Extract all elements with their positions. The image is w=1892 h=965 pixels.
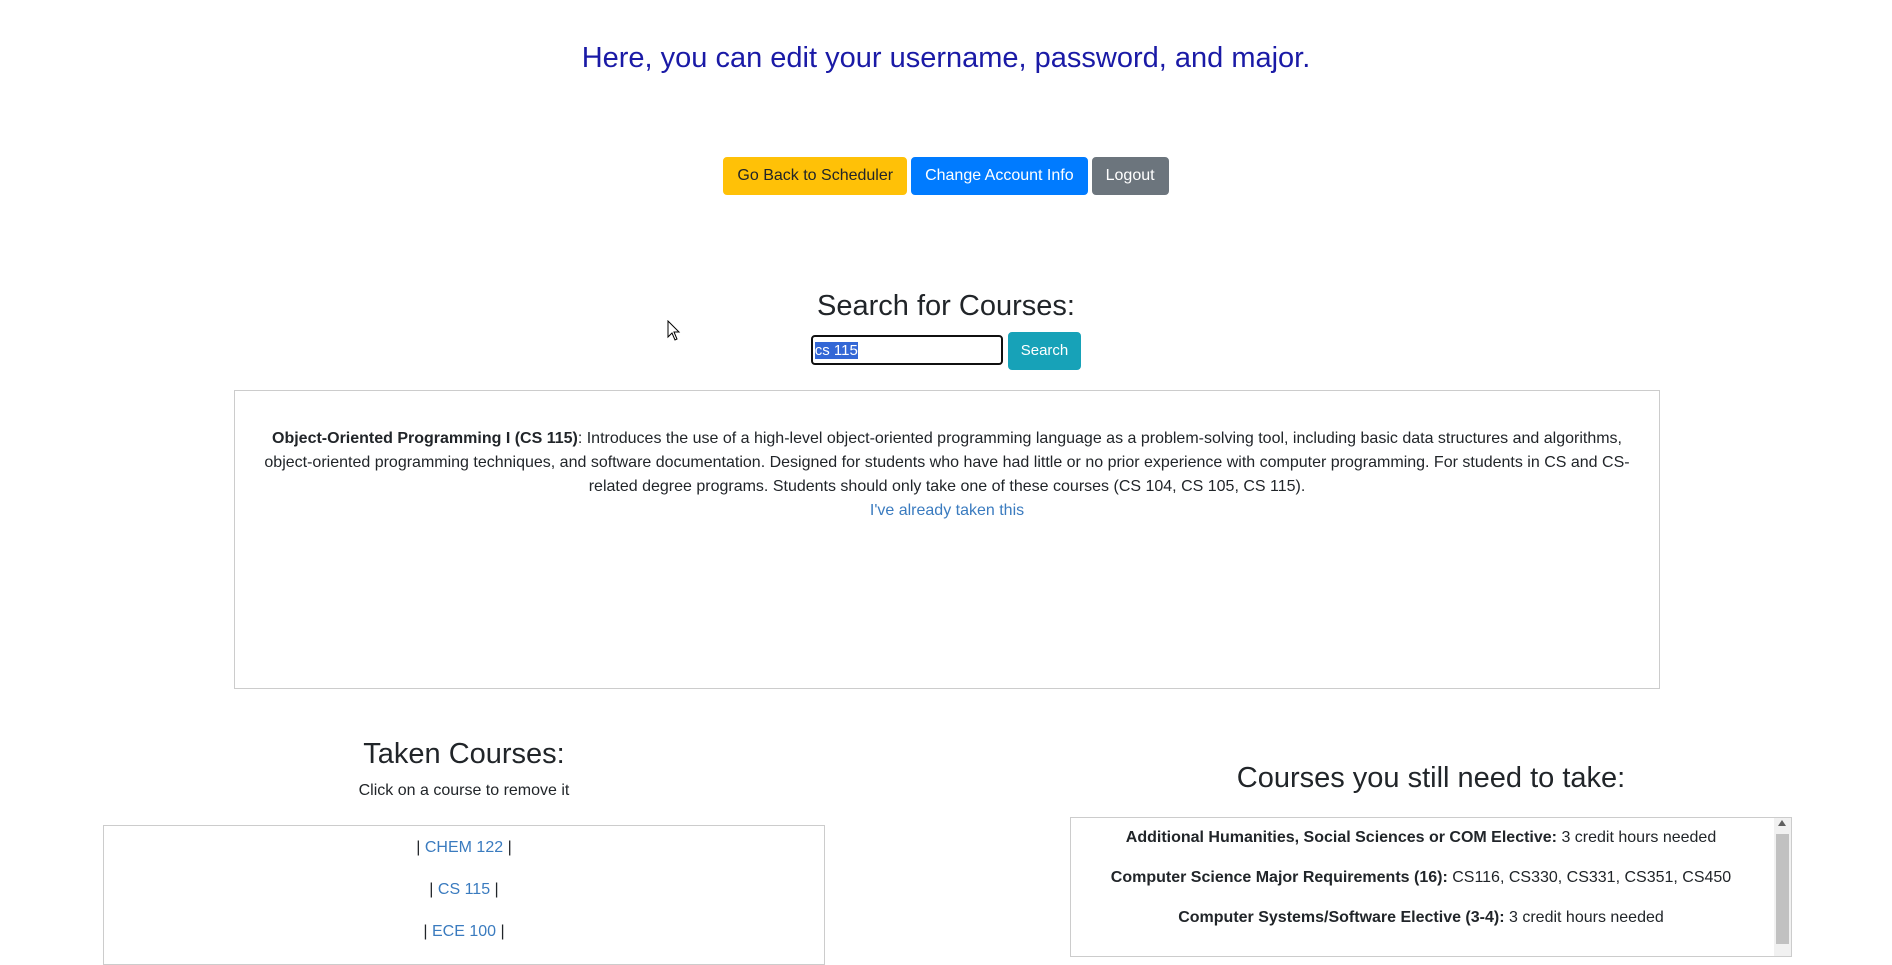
needed-courses-list: Additional Humanities, Social Sciences o…	[1070, 817, 1792, 957]
requirement-label: Computer Science Major Requirements (16)…	[1110, 869, 1448, 886]
list-item: | CHEM 122 |	[104, 826, 824, 868]
mouse-cursor-icon	[667, 320, 681, 341]
course-search-input[interactable]	[809, 334, 1004, 366]
taken-course-link[interactable]: CHEM 122	[425, 839, 503, 856]
course-description: Object-Oriented Programming I (CS 115): …	[261, 427, 1633, 499]
scrollbar[interactable]	[1774, 818, 1791, 956]
needed-courses-title: Courses you still need to take:	[1236, 762, 1626, 794]
search-result-panel: Object-Oriented Programming I (CS 115): …	[234, 390, 1660, 689]
requirement-detail: 3 credit hours needed	[1561, 829, 1717, 846]
requirement-label: Computer Systems/Software Elective (3-4)…	[1178, 909, 1505, 926]
course-title: Object-Oriented Programming I (CS 115)	[272, 430, 578, 447]
taken-courses-title: Taken Courses:	[363, 738, 565, 770]
list-item: | ECE 100 |	[104, 910, 824, 952]
change-account-info-button[interactable]: Change Account Info	[911, 157, 1088, 195]
list-item: Computer Science Major Requirements (16)…	[1071, 858, 1791, 898]
nav-button-row: Go Back to Scheduler Change Account Info…	[0, 157, 1892, 195]
logout-button[interactable]: Logout	[1091, 157, 1169, 195]
requirement-label: Additional Humanities, Social Sciences o…	[1125, 829, 1557, 846]
search-button[interactable]: Search	[1007, 332, 1082, 370]
separator: |	[507, 839, 512, 856]
list-item: Computer Systems/Software Elective (3-4)…	[1071, 898, 1791, 938]
requirement-detail: 3 credit hours needed	[1509, 909, 1664, 926]
separator: |	[416, 839, 421, 856]
search-row: Search	[0, 332, 1892, 370]
separator: |	[423, 923, 428, 940]
back-to-scheduler-button[interactable]: Go Back to Scheduler	[723, 157, 908, 195]
separator: |	[429, 881, 434, 898]
separator: |	[500, 923, 505, 940]
separator: |	[494, 881, 499, 898]
requirement-detail: CS116, CS330, CS331, CS351, CS450	[1452, 869, 1732, 886]
already-taken-link[interactable]: I've already taken this	[870, 499, 1024, 523]
search-title: Search for Courses:	[817, 290, 1075, 322]
list-item: Additional Humanities, Social Sciences o…	[1071, 818, 1791, 858]
taken-courses-list: | CHEM 122 | | CS 115 | | ECE 100 |	[103, 825, 825, 965]
scroll-up-arrow-icon[interactable]	[1778, 820, 1786, 826]
scrollbar-thumb[interactable]	[1776, 834, 1789, 944]
taken-courses-hint: Click on a course to remove it	[358, 782, 570, 799]
taken-course-link[interactable]: ECE 100	[432, 923, 496, 940]
page-headline: Here, you can edit your username, passwo…	[581, 42, 1311, 74]
taken-course-link[interactable]: CS 115	[438, 881, 490, 898]
list-item: | CS 115 |	[104, 868, 824, 910]
